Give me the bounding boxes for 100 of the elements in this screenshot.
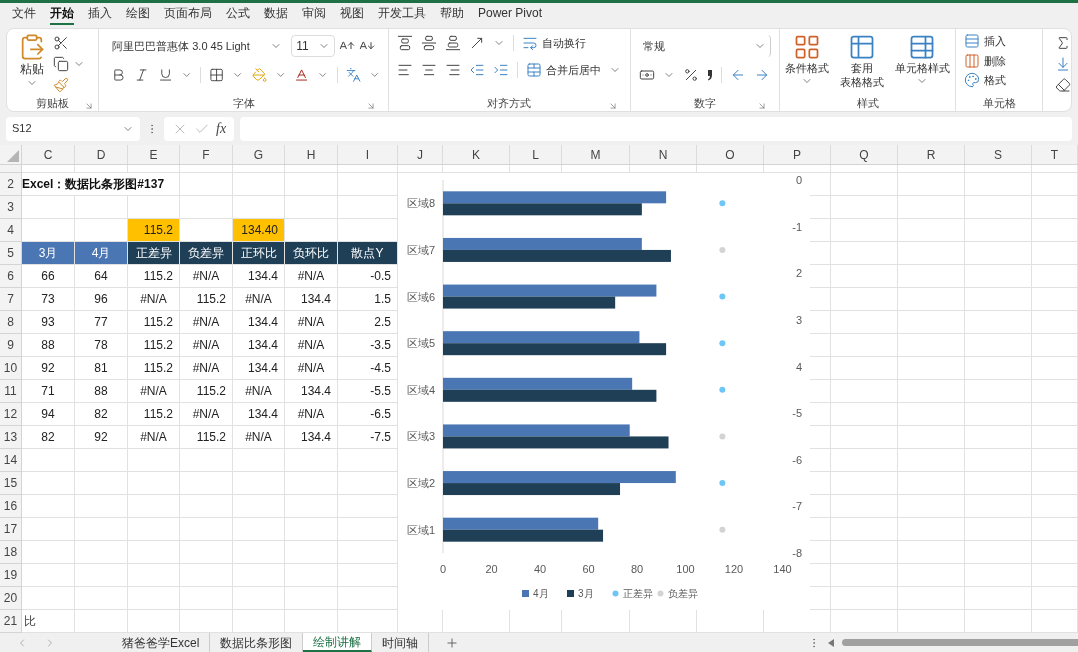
table-cell: 115.2 [128,403,180,426]
paste-button[interactable]: 粘贴 [15,33,49,94]
row-header[interactable]: 5 [0,242,22,265]
conditional-format-button[interactable]: 条件格式 [785,33,830,90]
sheet-tab[interactable]: 绘制讲解 [303,633,373,652]
column-header[interactable]: P [764,145,831,164]
header-cell: 4月 [75,242,128,265]
column-header[interactable]: D [75,145,128,164]
axis-tick-label: 140 [773,563,792,575]
row-header[interactable]: 15 [0,472,22,495]
table-cell: #N/A [128,288,180,311]
format-as-table-button[interactable]: 套用 表格格式 [840,33,885,90]
font-name-dropdown[interactable]: 阿里巴巴普惠体 3.0 45 Light [107,35,288,58]
table-cell: #N/A [128,380,180,403]
column-header[interactable]: M [562,145,630,164]
row-header[interactable]: 14 [0,449,22,472]
row-header[interactable]: 2 [0,173,22,196]
ribbon-tab[interactable]: 公式 [226,3,250,26]
table-cell: 71 [22,380,75,403]
row-header[interactable]: 11 [0,380,22,403]
ribbon-tab[interactable]: 视图 [340,3,364,26]
ribbon-tab[interactable]: Power Pivot [478,3,543,26]
merge-center-button[interactable]: 合并后居中 [526,61,602,79]
row-header[interactable]: 8 [0,311,22,334]
column-header[interactable]: Q [831,145,898,164]
column-header[interactable]: S [965,145,1032,164]
table-cell: 134.4 [233,265,285,288]
table-cell: #N/A [180,311,233,334]
table-cell: 78 [75,334,128,357]
axis-tick-label: 20 [485,563,498,575]
group-label: 数字 [693,95,716,111]
column-header[interactable]: T [1032,145,1078,164]
axis-tick-label: 0 [439,563,447,575]
row-header[interactable]: 20 [0,587,22,610]
cell-styles-button[interactable]: 单元格样式 [895,33,950,90]
column-header[interactable]: C [22,145,75,164]
row-header[interactable]: 10 [0,357,22,380]
ribbon-tab[interactable]: 开发工具 [378,3,426,26]
table-cell: 93 [22,311,75,334]
column-header[interactable]: L [510,145,562,164]
column-header[interactable]: K [443,145,510,164]
number-format-dropdown[interactable]: 常规 [638,35,771,58]
axis-tick-label: 40 [533,563,547,575]
group-label: 对齐方式 [487,95,532,111]
table-cell: 115.2 [128,219,180,242]
delete-button[interactable]: 删除 [964,52,1034,70]
column-header[interactable]: J [398,145,443,164]
sheet-tab[interactable]: 猪爸爸学Excel [112,633,211,652]
row-header[interactable]: 13 [0,426,22,449]
table-cell: 134.4 [233,357,285,380]
table-cell: #N/A [180,403,233,426]
column-header[interactable]: E [128,145,180,164]
name-box[interactable]: S12 [6,116,140,141]
row-header[interactable]: 4 [0,219,22,242]
format-button[interactable]: 格式 [964,72,1034,89]
sheet-tab[interactable]: 时间轴 [372,633,430,652]
column-header[interactable]: I [338,145,398,164]
row-header[interactable]: 19 [0,564,22,587]
table-cell: 92 [75,426,128,449]
row-header[interactable]: 7 [0,288,22,311]
ribbon-tab[interactable]: 帮助 [440,3,464,26]
table-cell: #N/A [285,265,338,288]
ribbon-tab[interactable]: 文件 [12,3,36,26]
font-size-dropdown[interactable]: 11 [291,35,336,58]
wrap-text-button[interactable]: 自动换行 [522,35,587,52]
group-label: 剪贴板 [36,95,70,111]
table-cell: 73 [22,288,75,311]
group-label: 样式 [856,95,879,111]
ribbon-tab[interactable]: 插入 [88,3,112,26]
column-header[interactable]: N [630,145,697,164]
ribbon-tab[interactable]: 页面布局 [164,3,212,26]
table-cell: 64 [75,265,128,288]
row-header[interactable]: 21 [0,610,22,633]
row-header[interactable]: 9 [0,334,22,357]
row-header[interactable]: 18 [0,541,22,564]
row-header[interactable]: 3 [0,196,22,219]
ribbon-tab[interactable]: 审阅 [302,3,326,26]
table-cell: 81 [75,357,128,380]
column-header[interactable]: G [233,145,285,164]
row-header[interactable]: 12 [0,403,22,426]
insert-button[interactable]: 插入 [964,33,1034,50]
row-header[interactable]: 6 [0,265,22,288]
row-header[interactable]: 16 [0,495,22,518]
header-cell: 散点Y [338,242,398,265]
table-cell: 134.4 [285,426,338,449]
table-cell: 88 [75,380,128,403]
insert-function-button[interactable]: fx [216,118,227,140]
axis-tick-label: -1 [792,220,802,233]
table-cell: 134.40 [233,219,285,242]
header-cell: 正差异 [128,242,180,265]
row-header[interactable]: 17 [0,518,22,541]
table-cell: #N/A [285,403,338,426]
column-header[interactable]: R [898,145,965,164]
column-header[interactable]: O [697,145,764,164]
ribbon-tab[interactable]: 数据 [264,3,288,26]
axis-tick-label: 2 [795,267,802,280]
ribbon-tab[interactable]: 绘图 [126,3,150,26]
column-header[interactable]: H [285,145,338,164]
axis-tick-label: -7 [792,500,802,513]
column-header[interactable]: F [180,145,233,164]
